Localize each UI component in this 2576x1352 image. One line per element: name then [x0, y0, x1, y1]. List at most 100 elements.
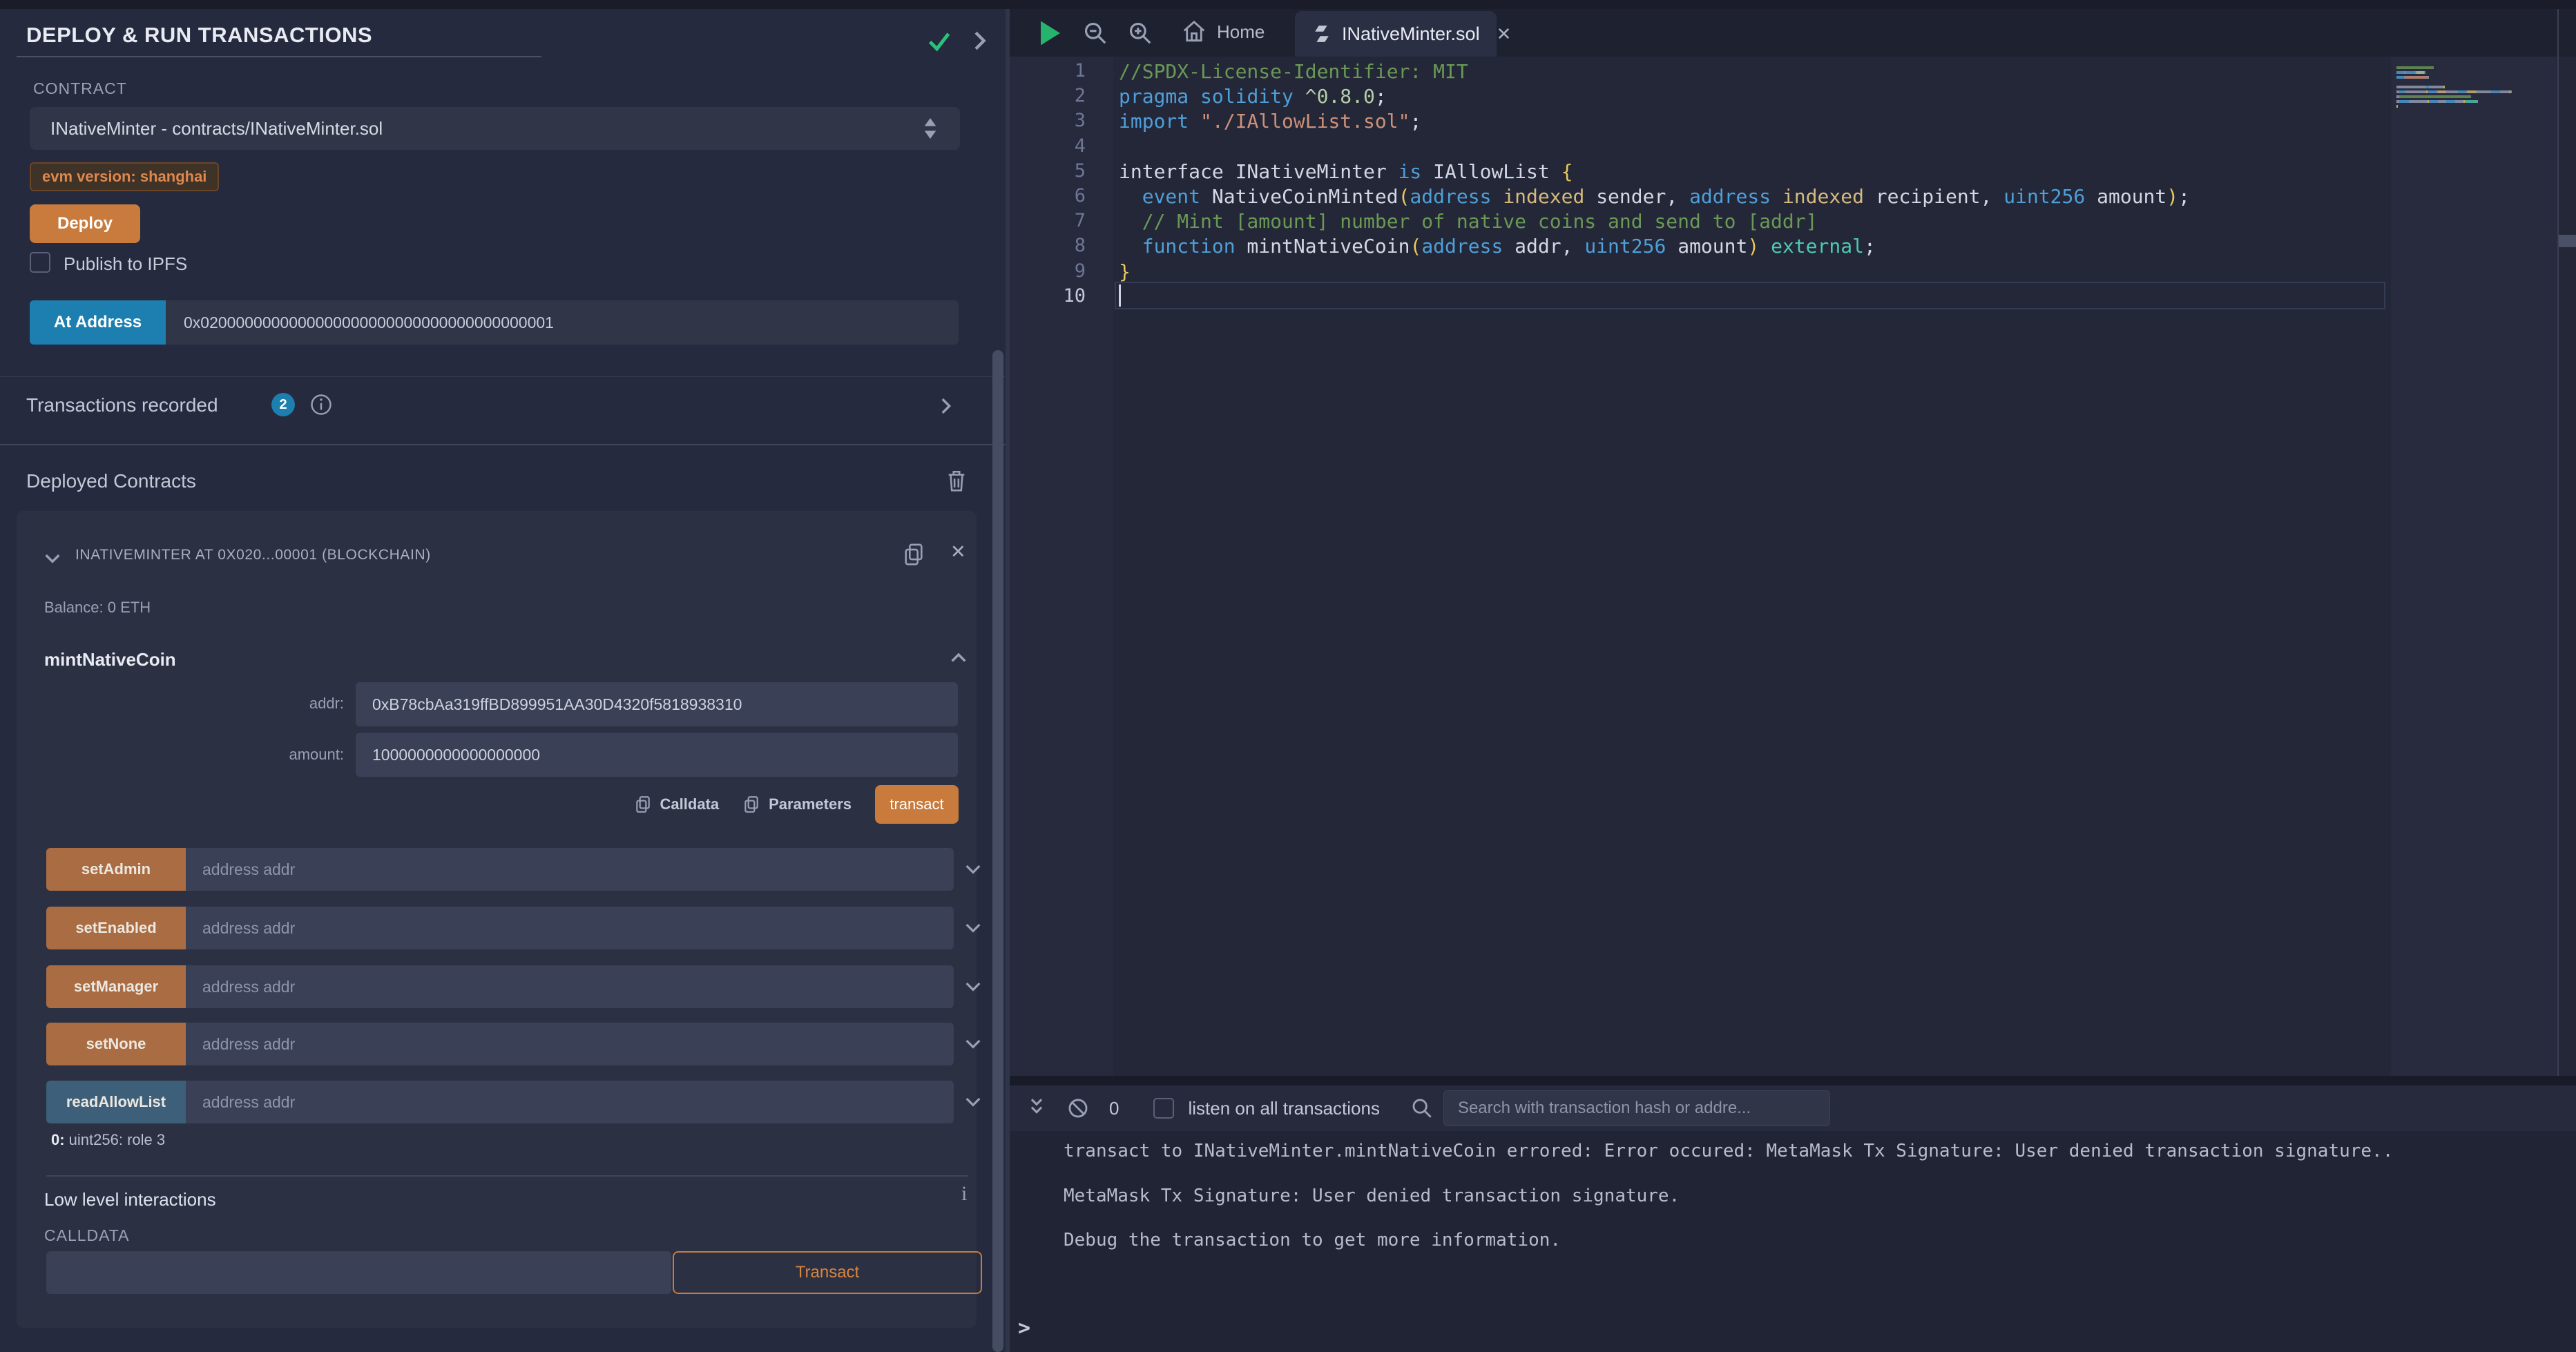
editor-region[interactable]: Home INativeMinter.sol ✕ 1 //SPDX-License… [1010, 9, 2576, 1076]
zoom-in-icon[interactable] [1127, 20, 1153, 46]
tab-home-label: Home [1217, 21, 1265, 43]
at-address-input[interactable]: 0x02000000000000000000000000000000000000… [166, 300, 959, 345]
zoom-out-icon[interactable] [1082, 20, 1108, 46]
setNone-button[interactable]: setNone [46, 1023, 186, 1065]
transactions-recorded-label: Transactions recorded [26, 394, 218, 416]
transactions-info-icon[interactable] [309, 392, 334, 417]
panel-collapse-chevron-right-icon[interactable] [965, 27, 993, 55]
setNone-input[interactable] [186, 1023, 954, 1065]
terminal-resize-handle[interactable] [1010, 1076, 2576, 1085]
deployed-contracts-title: Deployed Contracts [26, 470, 196, 492]
code-line-8: function mintNativeCoin(address addr, ui… [1119, 235, 1876, 258]
setEnabled-button[interactable]: setEnabled [46, 907, 186, 949]
setEnabled-input[interactable] [186, 907, 954, 949]
setManager-input[interactable] [186, 965, 954, 1008]
listen-transactions-checkbox[interactable] [1153, 1098, 1174, 1119]
publish-ipfs-checkbox[interactable] [30, 252, 50, 273]
editor-scrollbar-thumb[interactable] [2559, 235, 2576, 247]
minimap-border [2557, 9, 2559, 1076]
tab-home[interactable]: Home [1181, 19, 1265, 45]
terminal-search-input[interactable] [1443, 1090, 1830, 1126]
low-transact-button[interactable]: Transact [673, 1251, 982, 1294]
contract-select[interactable]: INativeMinter - contracts/INativeMinter.… [30, 107, 960, 150]
editor-minimap[interactable] [2391, 57, 2557, 1076]
setAdmin-button[interactable]: setAdmin [46, 848, 186, 891]
panel-title: DEPLOY & RUN TRANSACTIONS [26, 23, 372, 48]
deploy-button[interactable]: Deploy [30, 204, 140, 243]
trash-icon[interactable] [945, 467, 968, 494]
function-name: mintNativeCoin [44, 649, 176, 670]
terminal-log-line: MetaMask Tx Signature: User denied trans… [1064, 1186, 1680, 1206]
line-number: 8 [1010, 235, 1086, 256]
remix-ide: DEPLOY & RUN TRANSACTIONS CONTRACT INati… [0, 0, 2576, 1352]
readAllowList-input[interactable] [186, 1081, 954, 1123]
tab-close-icon[interactable]: ✕ [1497, 23, 1512, 45]
addr-param-input[interactable]: 0xB78cbAa319ffBD899951AA30D4320f58189383… [356, 682, 958, 726]
contract-label: CONTRACT [33, 79, 127, 98]
method-row-setAdmin: setAdmin [46, 848, 986, 891]
low-level-info-icon[interactable]: i [961, 1182, 967, 1206]
minimap-line [2396, 86, 2445, 88]
transact-button[interactable]: transact [875, 785, 959, 824]
code-line-9: } [1119, 260, 1131, 283]
transactions-count-badge: 2 [271, 393, 295, 416]
parameters-action-label: Parameters [769, 795, 852, 813]
low-calldata-label: CALLDATA [44, 1226, 129, 1245]
line-number: 3 [1010, 110, 1086, 131]
panel-scrollbar-thumb[interactable] [992, 350, 1003, 1352]
code-line-5: interface INativeMinter is IAllowList { [1119, 160, 1573, 183]
terminal-collapse-double-chevron-icon[interactable] [1025, 1095, 1048, 1121]
copy-address-icon[interactable] [902, 541, 925, 568]
clear-console-ban-icon[interactable] [1066, 1097, 1090, 1120]
transactions-expand-chevron-icon[interactable] [934, 394, 957, 418]
terminal-log-area[interactable]: transact to INativeMinter.mintNativeCoin… [1010, 1131, 2576, 1352]
copy-icon [742, 794, 760, 815]
tab-inativeminter-label: INativeMinter.sol [1342, 23, 1480, 45]
readAllowList-button[interactable]: readAllowList [46, 1081, 186, 1123]
terminal-log-line: transact to INativeMinter.mintNativeCoin… [1064, 1141, 2393, 1161]
run-script-play-icon[interactable] [1037, 19, 1064, 48]
card-divider [46, 1175, 968, 1177]
setAdmin-input[interactable] [186, 848, 954, 891]
code-line-3: import "./IAllowList.sol"; [1119, 110, 1421, 133]
search-icon [1410, 1097, 1434, 1120]
evm-version-badge: evm version: shanghai [30, 162, 219, 191]
deployed-contract-card: INATIVEMINTER AT 0X020...00001 (BLOCKCHA… [17, 511, 977, 1328]
deploy-run-panel: DEPLOY & RUN TRANSACTIONS CONTRACT INati… [0, 9, 1006, 1352]
amount-param-input[interactable]: 1000000000000000000 [356, 733, 958, 777]
method-row-readAllowList: readAllowList [46, 1081, 986, 1123]
line-number: 1 [1010, 60, 1086, 81]
readallowlist-output: 0: uint256: role 3 [51, 1131, 165, 1149]
pending-tx-count: 0 [1109, 1098, 1119, 1119]
minimap-line [2396, 90, 2512, 93]
tab-inativeminter[interactable]: INativeMinter.sol ✕ [1295, 11, 1497, 57]
function-collapse-chevron-up-icon[interactable] [948, 646, 970, 668]
line-number: 2 [1010, 85, 1086, 106]
setManager-button[interactable]: setManager [46, 965, 186, 1008]
expand-chevron-down-icon[interactable] [962, 975, 984, 997]
method-row-setEnabled: setEnabled [46, 907, 986, 949]
output-value: uint256: role 3 [65, 1131, 166, 1148]
compile-success-check-icon [925, 27, 953, 55]
copy-parameters[interactable]: Parameters [742, 794, 852, 815]
listen-transactions-label: listen on all transactions [1188, 1098, 1379, 1119]
expand-chevron-down-icon[interactable] [962, 858, 984, 880]
low-calldata-input[interactable] [46, 1251, 671, 1294]
code-line-1: //SPDX-License-Identifier: MIT [1119, 60, 1468, 83]
at-address-button[interactable]: At Address [30, 300, 166, 345]
calldata-action-label: Calldata [660, 795, 720, 813]
home-icon [1181, 19, 1207, 45]
copy-calldata[interactable]: Calldata [634, 794, 720, 815]
output-index: 0: [51, 1131, 65, 1148]
line-number: 9 [1010, 260, 1086, 282]
expand-chevron-down-icon[interactable] [962, 916, 984, 938]
expand-chevron-down-icon[interactable] [962, 1032, 984, 1054]
card-collapse-chevron-down-icon[interactable] [41, 547, 64, 569]
code-line-6: event NativeCoinMinted(address indexed s… [1119, 185, 2190, 208]
expand-chevron-down-icon[interactable] [962, 1090, 984, 1112]
text-cursor [1119, 284, 1121, 307]
card-title: INATIVEMINTER AT 0X020...00001 (BLOCKCHA… [75, 547, 431, 563]
card-close-icon[interactable]: ✕ [950, 541, 966, 563]
amount-param-label: amount: [210, 746, 344, 764]
line-number: 7 [1010, 210, 1086, 231]
